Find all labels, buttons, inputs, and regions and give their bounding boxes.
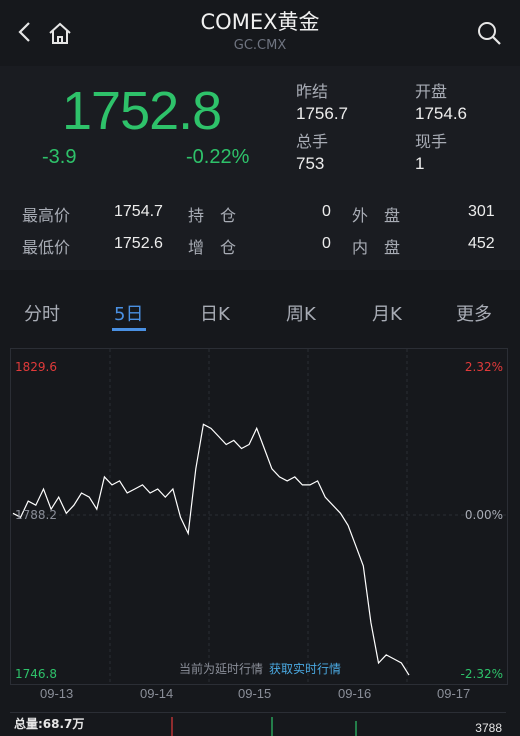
inner-label: 内 盘 bbox=[352, 238, 401, 257]
price-change-pct: -0.22% bbox=[186, 146, 250, 168]
open-value: 1754.6 bbox=[415, 104, 467, 123]
hold-label: 持 仓 bbox=[188, 206, 237, 225]
stats-panel: 最高价 1754.7 持 仓 0 外 盘 301 最低价 1752.6 增 仓 … bbox=[0, 186, 520, 270]
search-icon[interactable] bbox=[476, 20, 502, 46]
inner-value: 452 bbox=[468, 235, 495, 252]
pct-axis-top: 2.32% bbox=[465, 360, 503, 374]
tab-intraday[interactable]: 分时 bbox=[24, 300, 60, 326]
add-label: 增 仓 bbox=[188, 238, 237, 257]
y-axis-bottom: 1746.8 bbox=[15, 667, 57, 681]
add-value: 0 bbox=[322, 235, 331, 252]
high-label: 最高价 bbox=[22, 206, 71, 225]
symbol-code: GC.CMX bbox=[233, 38, 287, 53]
period-tabs: 分时 5日 日K 周K 月K 更多 bbox=[0, 270, 520, 342]
x-tick: 09-15 bbox=[238, 686, 272, 701]
hold-value: 0 bbox=[322, 203, 331, 220]
top-bar: COMEX黄金 GC.CMX bbox=[0, 0, 520, 66]
prev-close-label: 昨结 bbox=[296, 82, 329, 101]
series-line bbox=[12, 423, 410, 676]
realtime-link[interactable]: 获取实时行情 bbox=[269, 661, 341, 676]
tab-more[interactable]: 更多 bbox=[456, 300, 492, 326]
open-label: 开盘 bbox=[415, 82, 448, 101]
current-hand: 现手 1 bbox=[415, 128, 447, 174]
prev-close: 昨结 1756.7 bbox=[296, 78, 348, 124]
price-chart[interactable]: 1829.6 1788.2 1746.8 2.32% 0.00% -2.32% … bbox=[10, 348, 508, 685]
x-tick: 09-17 bbox=[437, 686, 471, 701]
tab-weekly-k[interactable]: 周K bbox=[286, 300, 316, 326]
tab-5day[interactable]: 5日 bbox=[114, 300, 143, 326]
current-hand-value: 1 bbox=[415, 154, 425, 173]
x-tick: 09-14 bbox=[140, 686, 174, 701]
delay-note: 当前为延时行情 bbox=[179, 661, 263, 676]
last-price: 1752.8 bbox=[62, 81, 222, 141]
low-value: 1752.6 bbox=[114, 235, 163, 252]
outer-value: 301 bbox=[468, 203, 495, 220]
total-volume-value: 753 bbox=[296, 154, 325, 173]
page-title: COMEX黄金 bbox=[200, 10, 320, 34]
high-value: 1754.7 bbox=[114, 203, 163, 220]
total-volume: 总手 753 bbox=[296, 128, 328, 174]
prev-close-value: 1756.7 bbox=[296, 104, 348, 123]
pct-axis-bottom: -2.32% bbox=[461, 667, 503, 681]
x-axis: 09-13 09-14 09-15 09-16 09-17 bbox=[0, 682, 520, 712]
y-axis-top: 1829.6 bbox=[15, 360, 57, 374]
volume-bars bbox=[171, 717, 357, 736]
pct-axis-mid: 0.00% bbox=[465, 508, 503, 522]
x-tick: 09-16 bbox=[338, 686, 372, 701]
quote-panel: 1752.8 -3.9 -0.22% 昨结 1756.7 开盘 1754.6 总… bbox=[0, 66, 520, 186]
low-label: 最低价 bbox=[22, 238, 71, 257]
y-axis-mid: 1788.2 bbox=[15, 508, 57, 522]
active-tab-indicator bbox=[112, 328, 146, 331]
total-volume-label: 总手 bbox=[296, 132, 329, 151]
chart-svg: 1829.6 1788.2 1746.8 2.32% 0.00% -2.32% … bbox=[11, 349, 507, 684]
outer-label: 外 盘 bbox=[352, 206, 401, 225]
current-hand-label: 现手 bbox=[415, 132, 448, 151]
tab-daily-k[interactable]: 日K bbox=[200, 300, 230, 326]
volume-panel: 总量:68.7万 3788 bbox=[10, 712, 506, 736]
open: 开盘 1754.6 bbox=[415, 78, 467, 124]
x-tick: 09-13 bbox=[40, 686, 74, 701]
tab-monthly-k[interactable]: 月K bbox=[372, 300, 402, 326]
price-change: -3.9 bbox=[42, 146, 77, 168]
